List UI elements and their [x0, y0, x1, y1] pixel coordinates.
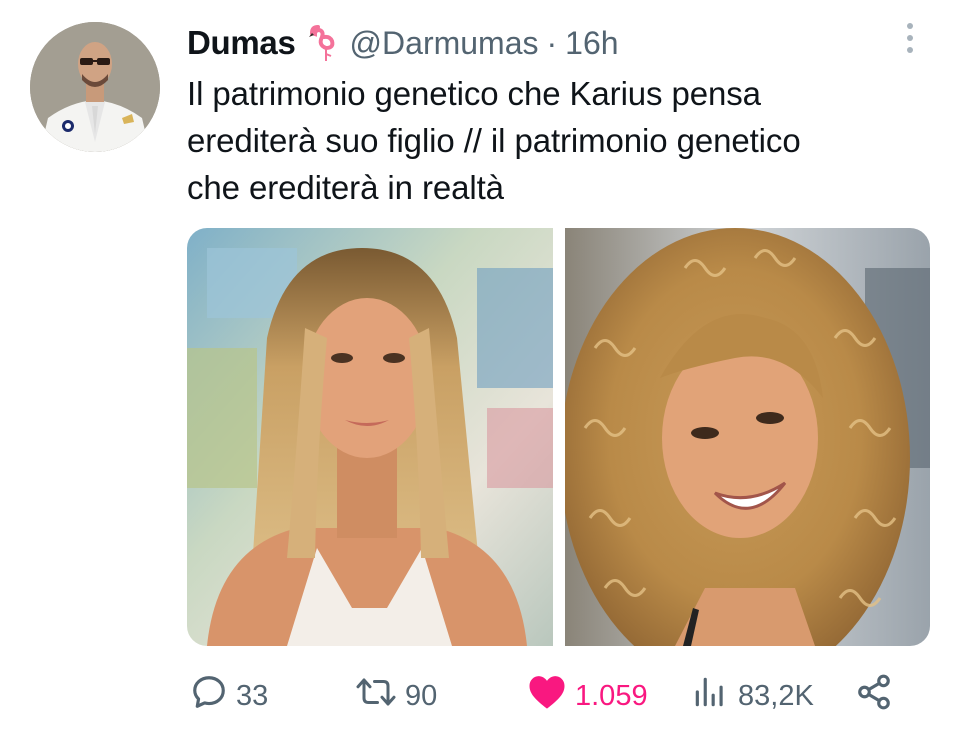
display-name[interactable]: Dumas — [187, 24, 296, 62]
flamingo-icon — [308, 23, 338, 63]
tweet-text: Il patrimonio genetico che Karius pensa … — [187, 75, 801, 206]
share-button[interactable] — [855, 668, 893, 724]
reply-icon — [190, 673, 228, 719]
heart-icon — [527, 673, 567, 719]
reply-count: 33 — [236, 679, 269, 712]
views-count: 83,2K — [738, 679, 814, 712]
tweet-card: Dumas @Darmumas · 16h Il patrimonio gene… — [0, 0, 960, 747]
views-icon — [690, 673, 730, 719]
more-vertical-icon[interactable] — [900, 20, 920, 56]
media-grid — [187, 228, 930, 646]
action-bar: 33 90 1.059 83,2K — [0, 668, 960, 724]
tweet-header: Dumas @Darmumas · 16h — [187, 18, 619, 68]
photo-right[interactable] — [565, 228, 930, 646]
share-icon — [855, 673, 893, 719]
user-handle[interactable]: @Darmumas — [350, 25, 539, 62]
separator-dot: · — [546, 24, 558, 61]
like-count: 1.059 — [575, 679, 648, 712]
retweet-icon — [355, 673, 397, 719]
reply-button[interactable]: 33 — [190, 668, 268, 724]
timestamp[interactable]: 16h — [565, 25, 618, 62]
avatar[interactable] — [30, 22, 160, 152]
like-button[interactable]: 1.059 — [527, 668, 648, 724]
retweet-count: 90 — [405, 679, 438, 712]
retweet-button[interactable]: 90 — [355, 668, 437, 724]
views-button[interactable]: 83,2K — [690, 668, 814, 724]
photo-left[interactable] — [187, 228, 553, 646]
